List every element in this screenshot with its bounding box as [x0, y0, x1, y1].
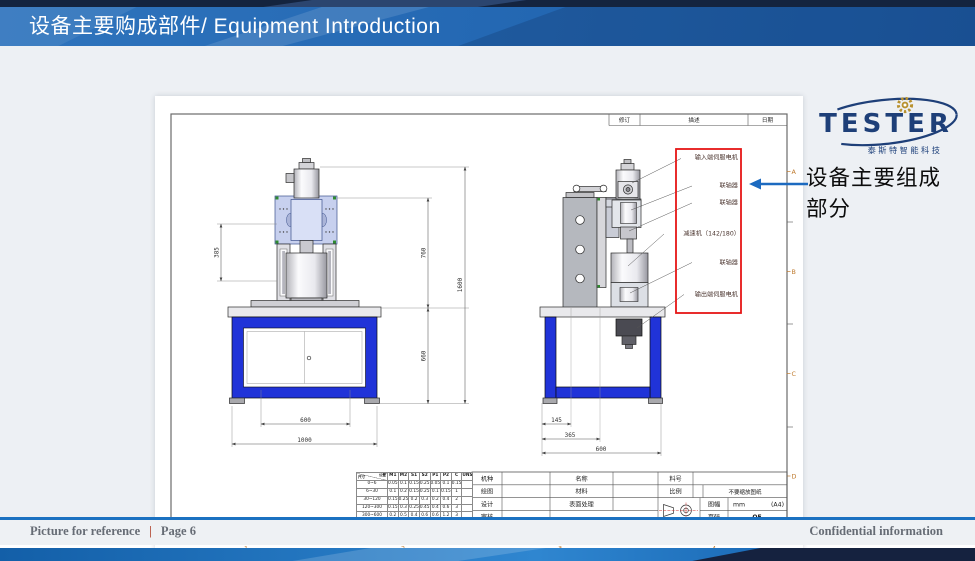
annotation-label: 联轴器 — [719, 259, 738, 267]
dim-label: 600 — [300, 417, 311, 424]
footer-confidential: Confidential information — [809, 524, 943, 539]
tolerance-header-row: 公差尺寸 M1 M2 S1 S2 P1 P2 C UNS — [357, 473, 473, 481]
footer-separator: | — [140, 524, 161, 538]
side-dimensions: 145 365 600 — [542, 308, 661, 456]
title-block-label: 比例 — [669, 488, 681, 496]
zone-letter: C — [792, 370, 797, 378]
tolerance-row: 120~300 0.150.30.250.450.40.63 — [357, 504, 473, 512]
dim-label: 1600 — [457, 277, 464, 292]
tolerance-corner-bottom: 尺寸 — [358, 476, 365, 480]
cad-drawing: 修订 描述 日期 A B C D — [155, 96, 803, 558]
annotation-label: 输入端伺服电机 — [695, 154, 739, 162]
dim-label: 145 — [551, 417, 562, 424]
annotation-label: 输出端伺服电机 — [695, 291, 739, 299]
side-view — [540, 160, 665, 404]
title-block-label: 设计 — [481, 500, 493, 508]
revision-table: 修订 描述 日期 — [609, 115, 787, 126]
footer-note: Picture for reference — [30, 524, 140, 538]
annotation-label: 减速机（142/180） — [683, 230, 740, 238]
bottom-accent-bar — [0, 548, 975, 561]
callout-text: 设备主要组成部分 — [806, 163, 944, 225]
dim-label: 1000 — [297, 437, 312, 444]
revision-col-label: 修订 — [619, 116, 631, 124]
slide: 设备主要购成部件/ Equipment Introduction — [0, 0, 975, 561]
slide-body: 修订 描述 日期 A B C D — [0, 46, 975, 517]
tolerance-row: 6~30 0.10.20.150.250.10.151 — [357, 488, 473, 496]
top-accent-strip — [0, 0, 975, 7]
sheet-format-value: (A4) — [771, 501, 784, 508]
title-block-label: 机种 — [481, 475, 493, 483]
logo-brand-text: TESTER — [819, 109, 953, 139]
zone-letter: B — [792, 268, 796, 276]
revision-col-label: 日期 — [762, 117, 774, 124]
tolerance-row: 0~6 0.050.10.150.250.050.10.15 — [357, 480, 473, 488]
title-block-label: 绘图 — [481, 488, 493, 496]
annotation-label: 联轴器 — [719, 199, 738, 207]
footer: Picture for reference|Page 6 Confidentia… — [0, 520, 975, 545]
title-block-label: 图幅 — [708, 500, 720, 508]
slide-title: 设备主要购成部件/ Equipment Introduction — [0, 7, 975, 46]
dim-label: 760 — [421, 247, 428, 258]
footer-page-number: Page 6 — [161, 524, 196, 538]
zone-letter: A — [792, 168, 797, 176]
zone-letter: D — [792, 473, 797, 481]
title-block-label: 材料 — [575, 488, 587, 496]
tester-logo: TESTER 泰斯特智能科技 — [806, 96, 968, 158]
annotation-label: 联轴器 — [719, 182, 738, 190]
dim-label: 365 — [565, 432, 576, 439]
dim-label: 660 — [421, 350, 428, 361]
drawing-sheet: 修订 描述 日期 A B C D — [155, 96, 803, 558]
tolerance-corner-top: 公差 — [379, 474, 386, 478]
dim-label: 385 — [214, 247, 221, 258]
header-bar: 设备主要购成部件/ Equipment Introduction — [0, 7, 975, 46]
no-scale-note: 不要缩放图纸 — [728, 488, 762, 496]
title-block-label: 名称 — [575, 475, 587, 483]
title-block-label: 料号 — [669, 475, 681, 483]
revision-col-label: 描述 — [688, 116, 700, 124]
title-block-label: 表面处理 — [569, 500, 594, 508]
tolerance-row: 30~120 0.150.250.20.30.20.42 — [357, 496, 473, 504]
callout-arrow-icon — [748, 176, 810, 192]
sheet-size-value: mm — [733, 501, 745, 508]
dim-label: 600 — [596, 446, 607, 453]
red-annotation-box: 输入端伺服电机 联轴器 联轴器 减速机（142/180） 联轴器 输出端伺服电机 — [676, 149, 741, 313]
logo-subtitle: 泰斯特智能科技 — [868, 145, 943, 155]
